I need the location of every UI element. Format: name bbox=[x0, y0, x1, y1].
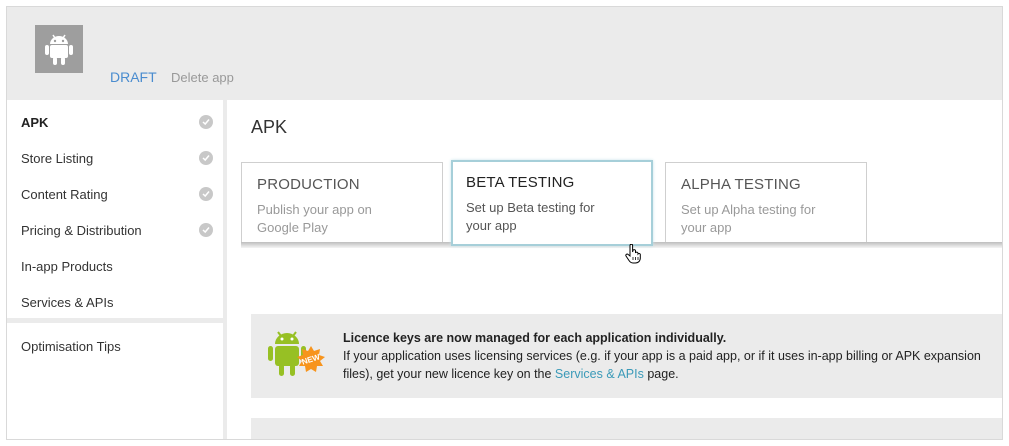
hand-cursor-icon bbox=[625, 243, 641, 269]
sidebar-item-services-apis[interactable]: Services & APIs bbox=[7, 284, 223, 320]
sidebar-item-label: Content Rating bbox=[21, 186, 108, 202]
sidebar-item-apk[interactable]: APK bbox=[7, 104, 223, 140]
notice-body-end: page. bbox=[643, 367, 679, 381]
sidebar-item-pricing-distribution[interactable]: Pricing & Distribution bbox=[7, 212, 223, 248]
sidebar-item-label: APK bbox=[21, 114, 49, 130]
sidebar-divider bbox=[7, 318, 225, 323]
sidebar-nav: APK Store Listing Content Rating Pricing… bbox=[7, 100, 227, 439]
track-description: Set up Alpha testing for your app bbox=[681, 202, 816, 235]
sidebar-item-label: Optimisation Tips bbox=[21, 338, 121, 354]
notice-body: If your application uses licensing servi… bbox=[343, 347, 983, 383]
sidebar-item-content-rating[interactable]: Content Rating bbox=[7, 176, 223, 212]
sidebar-item-optimisation-tips[interactable]: Optimisation Tips bbox=[7, 328, 223, 364]
notice-heading: Licence keys are now managed for each ap… bbox=[343, 331, 727, 345]
tab-production[interactable]: PRODUCTION Publish your app on Google Pl… bbox=[241, 162, 443, 246]
app-window: DRAFT Delete app APK Store Listing Conte… bbox=[6, 6, 1003, 440]
sidebar-item-label: In-app Products bbox=[21, 258, 113, 274]
track-description: Set up Beta testing for your app bbox=[466, 200, 595, 233]
android-icon bbox=[35, 25, 83, 73]
services-apis-link[interactable]: Services & APIs bbox=[555, 367, 644, 381]
delete-app-link[interactable]: Delete app bbox=[171, 70, 234, 85]
app-header: DRAFT Delete app bbox=[7, 7, 1002, 100]
bottom-panel bbox=[251, 418, 1002, 439]
notice-text: Licence keys are now managed for each ap… bbox=[343, 329, 983, 383]
track-title: ALPHA TESTING bbox=[681, 176, 801, 193]
app-status-badge: DRAFT bbox=[110, 69, 157, 85]
sidebar-item-label: Store Listing bbox=[21, 150, 94, 166]
sidebar-item-label: Services & APIs bbox=[21, 294, 114, 310]
track-title: PRODUCTION bbox=[257, 176, 360, 193]
check-circle-icon bbox=[199, 115, 213, 129]
main-content: APK PRODUCTION Publish your app on Googl… bbox=[231, 100, 1002, 439]
page-title: APK bbox=[251, 117, 288, 137]
android-new-badge-icon: NEW bbox=[265, 324, 331, 384]
track-title: BETA TESTING bbox=[466, 174, 575, 191]
sidebar-item-store-listing[interactable]: Store Listing bbox=[7, 140, 223, 176]
check-circle-icon bbox=[199, 151, 213, 165]
sidebar-item-in-app-products[interactable]: In-app Products bbox=[7, 248, 223, 284]
sidebar-item-label: Pricing & Distribution bbox=[21, 222, 142, 238]
tab-alpha-testing[interactable]: ALPHA TESTING Set up Alpha testing for y… bbox=[665, 162, 867, 246]
check-circle-icon bbox=[199, 187, 213, 201]
licence-keys-notice: NEW Licence keys are now managed for eac… bbox=[251, 314, 1002, 398]
track-description: Publish your app on Google Play bbox=[257, 202, 372, 235]
check-circle-icon bbox=[199, 223, 213, 237]
tab-beta-testing[interactable]: BETA TESTING Set up Beta testing for you… bbox=[451, 160, 653, 246]
